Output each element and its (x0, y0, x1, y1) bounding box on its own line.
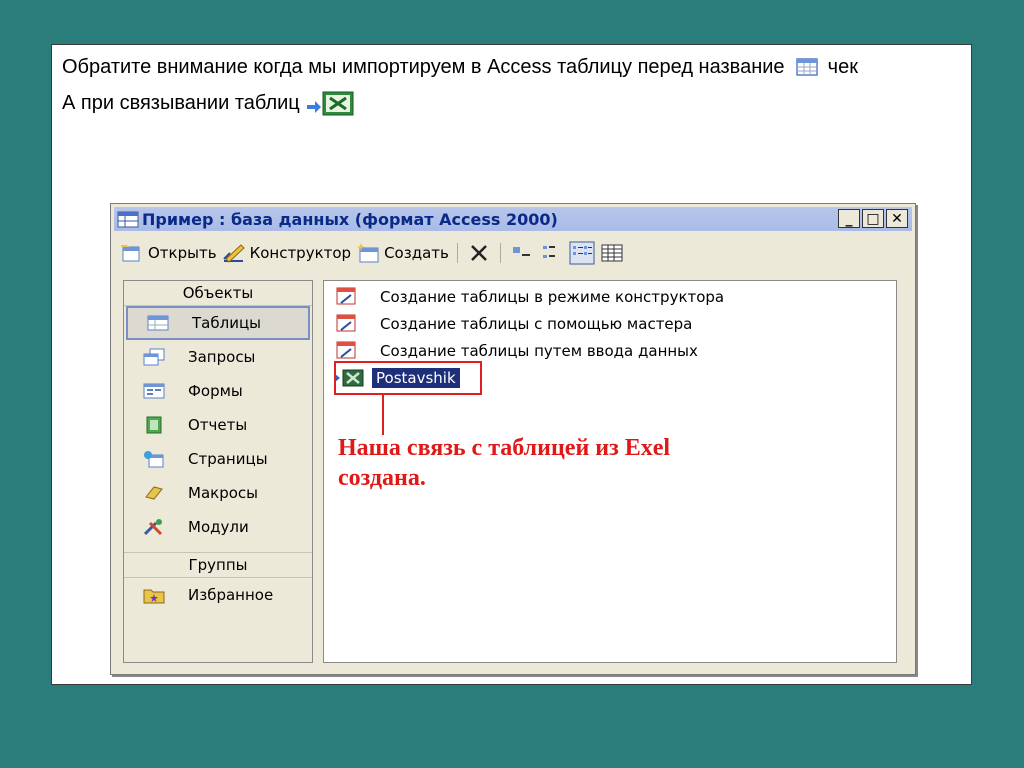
create-label: Создать (384, 244, 449, 262)
close-button[interactable]: ✕ (886, 209, 908, 228)
groups-header[interactable]: Группы (124, 553, 312, 578)
object-label: Макросы (188, 484, 258, 502)
object-item-pages[interactable]: Страницы (124, 442, 312, 476)
list-item-data-entry[interactable]: Создание таблицы путем ввода данных (334, 339, 698, 363)
design-button[interactable]: Конструктор (221, 241, 352, 265)
large-icons-icon[interactable] (509, 241, 535, 265)
minimize-button[interactable]: _ (838, 209, 860, 228)
group-item-favorites[interactable]: Избранное (124, 578, 312, 612)
objects-pane: Объекты Таблицы Запросы Формы Отчеты Стр… (123, 280, 313, 663)
object-item-macros[interactable]: Макросы (124, 476, 312, 510)
toolbar-separator (499, 243, 501, 263)
details-view-icon[interactable] (599, 241, 625, 265)
group-label: Избранное (188, 586, 274, 604)
report-icon (146, 416, 162, 434)
object-item-queries[interactable]: Запросы (124, 340, 312, 374)
list-item-label: Создание таблицы с помощью мастера (380, 315, 693, 333)
linked-table-name: Postavshik (372, 368, 460, 388)
toolbar-separator (456, 243, 458, 263)
wizard-icon (336, 314, 356, 332)
object-label: Таблицы (192, 314, 261, 332)
note-line-2: создана. (338, 465, 426, 491)
group-divider (124, 544, 312, 553)
create-button[interactable]: Создать (355, 241, 449, 265)
access-database-window: Пример : база данных (формат Access 2000… (110, 203, 916, 675)
delete-icon[interactable] (466, 241, 492, 265)
macro-icon (145, 486, 163, 500)
design-icon (222, 244, 245, 263)
object-item-reports[interactable]: Отчеты (124, 408, 312, 442)
page-icon (144, 451, 164, 468)
objects-header[interactable]: Объекты (124, 281, 312, 306)
caption-tail: чек (827, 56, 858, 78)
caption-line-2: А при связывании таблиц (62, 89, 355, 117)
maximize-button[interactable]: □ (862, 209, 884, 228)
slide-panel: Обратите внимание когда мы импортируем в… (51, 44, 972, 685)
annotation-note: Наша связь с таблицей из Exel создана. (338, 433, 858, 493)
window-title: Пример : база данных (формат Access 2000… (142, 209, 558, 229)
wizard-icon (336, 341, 356, 359)
form-icon (143, 383, 165, 399)
object-label: Запросы (188, 348, 256, 366)
object-item-forms[interactable]: Формы (124, 374, 312, 408)
object-item-tables[interactable]: Таблицы (126, 306, 310, 340)
object-item-modules[interactable]: Модули (124, 510, 312, 544)
list-item-label: Создание таблицы в режиме конструктора (380, 288, 725, 306)
open-button[interactable]: Открыть (119, 241, 217, 265)
window-titlebar[interactable]: Пример : база данных (формат Access 2000… (114, 207, 912, 231)
object-label: Формы (188, 382, 243, 400)
favorites-icon (143, 589, 165, 604)
window-controls: _ □ ✕ (838, 209, 908, 228)
linked-table-row[interactable]: Postavshik (328, 361, 482, 395)
open-icon (121, 245, 140, 262)
caption-text-1: Обратите внимание когда мы импортируем в… (62, 56, 785, 78)
query-icon (143, 348, 165, 366)
open-label: Открыть (148, 244, 217, 262)
small-icons-icon[interactable] (539, 241, 565, 265)
list-item-label: Создание таблицы путем ввода данных (380, 342, 698, 360)
create-icon (357, 243, 379, 263)
object-label: Модули (188, 518, 249, 536)
object-list-pane: Создание таблицы в режиме конструктора С… (323, 280, 897, 663)
database-icon (117, 211, 139, 228)
db-toolbar: Открыть Конструктор Создать (119, 238, 907, 268)
module-icon (143, 519, 163, 536)
design-label: Конструктор (249, 244, 352, 262)
wizard-icon (336, 287, 356, 305)
list-item-wizard[interactable]: Создание таблицы с помощью мастера (334, 312, 692, 336)
list-view-icon[interactable] (569, 241, 595, 265)
excel-table-icon (342, 369, 364, 387)
link-arrow-icon (328, 374, 340, 382)
object-label: Страницы (188, 450, 268, 468)
list-item-design-view[interactable]: Создание таблицы в режиме конструктора (334, 285, 724, 309)
callout-line (382, 395, 384, 435)
table-icon (796, 58, 818, 76)
table-icon (147, 315, 169, 331)
object-label: Отчеты (188, 416, 248, 434)
linked-excel-icon (307, 91, 354, 116)
caption-line-1: Обратите внимание когда мы импортируем в… (62, 55, 858, 79)
note-line-1: Наша связь с таблицей из Exel (338, 435, 671, 461)
caption-text-2: А при связывании таблиц (62, 92, 300, 114)
